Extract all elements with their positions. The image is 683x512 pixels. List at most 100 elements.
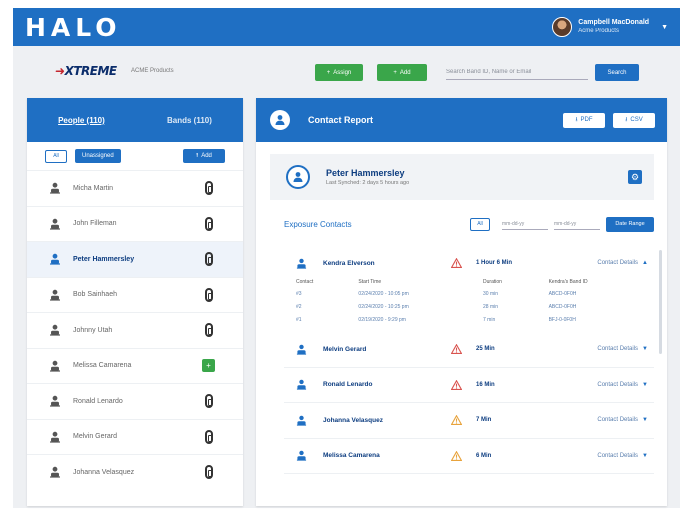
list-item[interactable]: Ronald Lenardo <box>27 383 243 419</box>
table-cell: 28 min <box>483 303 499 310</box>
list-item[interactable]: Melissa Camarena + <box>27 347 243 384</box>
gear-icon[interactable]: ⚙ <box>628 170 642 184</box>
contact-duration: 1 Hour 6 Min <box>476 260 513 266</box>
person-name: Melissa Camarena <box>73 362 132 370</box>
chevron-down-icon: ▼ <box>642 417 648 424</box>
contact-name: Ronald Lenardo <box>323 381 373 389</box>
table-cell: 02/24/2020 - 10:25 pm <box>358 303 409 310</box>
contact-details-toggle[interactable]: Contact Details ▲ <box>597 260 648 266</box>
tab-bands[interactable]: Bands (110) <box>167 116 212 125</box>
table-cell: #1 <box>296 316 302 323</box>
person-icon <box>50 254 60 265</box>
table-cell: ABCD-0F0H <box>548 303 577 310</box>
user-org: Acme Products <box>578 28 619 34</box>
person-name: Johnny Utah <box>73 326 113 334</box>
person-name: Melvin Gerard <box>73 433 117 441</box>
export-pdf-button[interactable]: ⭳ PDF <box>563 112 605 128</box>
tab-people[interactable]: People (110) <box>58 116 105 125</box>
exposure-all-button[interactable]: All <box>470 217 490 231</box>
date-to-field[interactable] <box>554 218 600 230</box>
app-frame: HALO Campbell MacDonald Acme Products ▼ … <box>13 8 680 508</box>
list-item[interactable]: Bob Sainhaeh <box>27 276 243 313</box>
panel-tabs: People (110) Bands (110) <box>27 98 243 142</box>
product-label: ACME Products <box>131 68 174 74</box>
table-cell: #2 <box>296 303 302 310</box>
table-row: #1 02/19/2020 - 9:29 pm 7 min BFJ-0-0F0H <box>288 313 644 326</box>
contact-row[interactable]: Johanna Velasquez 7 Min Contact Details ▼ <box>284 403 654 439</box>
plus-icon: + <box>393 69 397 76</box>
add-band-button[interactable]: + <box>202 359 215 373</box>
wristband-icon <box>205 252 213 267</box>
list-item[interactable]: Johanna Velasquez <box>27 454 243 490</box>
person-name: Peter Hammersley <box>73 255 135 263</box>
exposure-toolbar: Exposure Contacts All Date Range <box>284 214 654 234</box>
report-header: Contact Report ⭳ PDF ⭳ CSV <box>256 98 667 142</box>
column-header: Start Time <box>358 278 382 285</box>
column-header: Contact <box>296 278 314 285</box>
contact-duration: 6 Min <box>476 452 492 459</box>
person-icon <box>50 218 60 230</box>
contact-row[interactable]: Ronald Lenardo 16 Min Contact Details ▼ <box>284 368 654 403</box>
table-cell: 02/24/2020 - 10:05 pm <box>358 290 409 297</box>
report-user-icon <box>270 110 290 130</box>
chevron-down-icon: ▼ <box>642 381 648 388</box>
chevron-down-icon: ▼ <box>642 346 648 353</box>
contact-row[interactable]: Melissa Camarena 6 Min Contact Details ▼ <box>284 439 654 474</box>
contact-details-toggle[interactable]: Contact Details ▼ <box>597 417 648 423</box>
wristband-icon <box>205 287 213 302</box>
person-icon <box>296 379 307 390</box>
person-name: John Filleman <box>73 220 117 228</box>
person-name: Johanna Velasquez <box>73 468 135 476</box>
wristband-icon <box>205 429 213 444</box>
date-from-field[interactable] <box>502 218 548 230</box>
search-input[interactable] <box>446 65 588 80</box>
warning-icon <box>451 415 462 426</box>
assign-button[interactable]: + Assign <box>315 64 363 81</box>
list-item[interactable]: Micha Martin <box>27 170 243 206</box>
profile-name: Peter Hammersley <box>326 168 405 178</box>
people-list: Micha Martin John Filleman Peter Hammersle… <box>27 170 243 490</box>
exposure-contacts-list: Kendra Elverson 1 Hour 6 Min Contact Det… <box>284 250 662 474</box>
column-header: Kendra's Band ID <box>548 278 588 285</box>
add-button[interactable]: + Add <box>377 64 427 81</box>
filter-all-button[interactable]: All <box>45 149 67 163</box>
column-header: Duration <box>483 278 502 285</box>
person-icon <box>296 258 307 269</box>
list-item[interactable]: Melvin Gerard <box>27 418 243 455</box>
export-csv-button[interactable]: ⭳ CSV <box>613 112 655 128</box>
person-icon <box>50 467 60 478</box>
top-bar: HALO Campbell MacDonald Acme Products ▼ <box>13 8 680 46</box>
download-icon: ⭳ <box>625 117 628 123</box>
wristband-icon <box>205 323 213 338</box>
app-title: HALO <box>25 13 122 42</box>
person-icon <box>50 431 60 443</box>
contact-details-toggle[interactable]: Contact Details ▼ <box>597 453 648 459</box>
table-cell: ABCD-0F0H <box>548 290 577 297</box>
user-menu[interactable]: Campbell MacDonald Acme Products ▼ <box>552 15 668 39</box>
contact-details-toggle[interactable]: Contact Details ▼ <box>597 346 648 352</box>
download-icon: ⭳ <box>575 117 578 123</box>
warning-icon <box>451 258 462 268</box>
list-item[interactable]: John Filleman <box>27 205 243 242</box>
last-synched: Last Synched: 2 days 5 hours ago <box>326 180 410 186</box>
list-item[interactable]: Johnny Utah <box>27 312 243 348</box>
person-icon <box>50 360 60 372</box>
scrollbar[interactable] <box>659 250 662 354</box>
contact-report-panel: Contact Report ⭳ PDF ⭳ CSV Peter Hammersle… <box>256 98 667 506</box>
add-person-button[interactable]: ⭱ Add <box>183 149 225 163</box>
date-range-button[interactable]: Date Range <box>606 216 654 232</box>
sub-header: ➜XTREME ACME Products + Assign + Add Searc… <box>13 56 680 88</box>
contact-history-table: Contact Start Time Duration Kendra's Band I… <box>288 276 644 326</box>
profile-card: Peter Hammersley Last Synched: 2 days 5 … <box>270 154 654 200</box>
contact-details-toggle[interactable]: Contact Details ▼ <box>597 382 648 388</box>
search-button[interactable]: Search <box>595 64 639 81</box>
contact-name: Melissa Camarena <box>323 452 380 460</box>
contact-row[interactable]: Melvin Gerard 25 Min Contact Details ▼ <box>284 332 654 368</box>
chevron-down-icon[interactable]: ▼ <box>661 24 668 31</box>
list-item[interactable]: Peter Hammersley <box>27 241 243 277</box>
wristband-icon <box>205 181 213 196</box>
exposure-title: Exposure Contacts <box>284 219 352 229</box>
unassigned-filter-button[interactable]: Unassigned <box>75 149 121 163</box>
contact-row-expanded[interactable]: Kendra Elverson 1 Hour 6 Min Contact Det… <box>284 250 654 276</box>
person-icon <box>50 289 60 301</box>
